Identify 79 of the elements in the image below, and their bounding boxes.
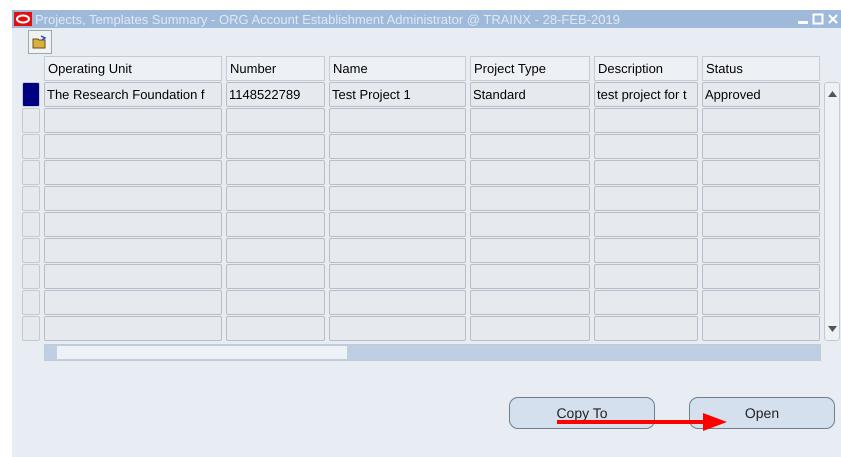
table-cell[interactable] — [594, 264, 698, 289]
table-cell[interactable]: Test Project 1 — [329, 82, 466, 107]
table-cell[interactable] — [470, 290, 590, 315]
table-cell[interactable] — [702, 290, 820, 315]
table-cell[interactable] — [329, 186, 466, 211]
table-cell[interactable] — [470, 186, 590, 211]
table-cell[interactable]: Standard — [470, 82, 590, 107]
row-selector[interactable] — [22, 82, 40, 107]
column-header: Number — [226, 56, 325, 81]
table-cell[interactable] — [702, 160, 820, 185]
table-cell[interactable] — [329, 212, 466, 237]
table-cell[interactable] — [594, 160, 698, 185]
table-cell[interactable] — [44, 108, 222, 133]
table-cell[interactable] — [226, 108, 325, 133]
table-cell[interactable] — [329, 134, 466, 159]
table-cell[interactable] — [44, 264, 222, 289]
table-cell[interactable] — [44, 316, 222, 341]
table-cell[interactable] — [329, 290, 466, 315]
table-cell[interactable] — [329, 108, 466, 133]
table-cell[interactable] — [702, 238, 820, 263]
table-cell[interactable] — [44, 134, 222, 159]
table-cell[interactable] — [44, 290, 222, 315]
table-cell[interactable] — [702, 212, 820, 237]
table-cell[interactable] — [470, 316, 590, 341]
column-header: Description — [594, 56, 698, 81]
table-cell[interactable] — [702, 186, 820, 211]
table-cell[interactable]: test project for t — [594, 82, 698, 107]
dialog-button[interactable]: Copy To — [509, 397, 655, 429]
table-cell[interactable] — [226, 238, 325, 263]
window-title: Projects, Templates Summary - ORG Account Establishment Administrator @ TRAINX - 28-FEB-2019 — [35, 12, 621, 26]
open-folder-button[interactable] — [28, 30, 52, 54]
horizontal-scrollbar[interactable] — [44, 344, 821, 361]
table-cell[interactable] — [44, 160, 222, 185]
table-cell[interactable]: Approved — [702, 82, 820, 107]
table-cell[interactable] — [594, 238, 698, 263]
table-cell[interactable] — [329, 264, 466, 289]
table-cell[interactable] — [470, 238, 590, 263]
column-header: Project Type — [470, 56, 590, 81]
folder-icon — [32, 35, 48, 49]
table-cell[interactable] — [329, 316, 466, 341]
table-cell[interactable] — [226, 264, 325, 289]
column-header: Status — [702, 56, 820, 81]
table-cell[interactable] — [594, 186, 698, 211]
table-cell[interactable] — [594, 290, 698, 315]
table-cell[interactable] — [594, 212, 698, 237]
scroll-up-icon[interactable] — [828, 91, 836, 97]
scroll-down-icon[interactable] — [828, 326, 836, 332]
table-cell[interactable] — [226, 134, 325, 159]
table-cell[interactable] — [226, 290, 325, 315]
table-cell[interactable]: The Research Foundation f — [44, 82, 222, 107]
table-cell[interactable] — [594, 134, 698, 159]
table-cell[interactable] — [702, 316, 820, 341]
table-cell[interactable] — [226, 316, 325, 341]
table-cell[interactable] — [470, 108, 590, 133]
table-cell[interactable] — [226, 212, 325, 237]
table-cell[interactable] — [470, 160, 590, 185]
table-cell[interactable] — [594, 108, 698, 133]
table-cell[interactable] — [226, 186, 325, 211]
column-header: Operating Unit — [44, 56, 222, 81]
table-cell[interactable] — [44, 212, 222, 237]
column-header: Name — [329, 56, 466, 81]
vertical-scrollbar[interactable] — [824, 82, 840, 341]
table-cell[interactable] — [329, 238, 466, 263]
table-cell[interactable] — [44, 186, 222, 211]
table-cell[interactable] — [44, 238, 222, 263]
table-cell[interactable] — [594, 316, 698, 341]
table-cell[interactable] — [702, 134, 820, 159]
logo-icon — [14, 12, 32, 26]
table-cell[interactable]: 1148522789 — [226, 82, 325, 107]
table-cell[interactable] — [329, 160, 466, 185]
table-cell[interactable] — [470, 212, 590, 237]
table-cell[interactable] — [226, 160, 325, 185]
maximize-icon[interactable] — [812, 13, 824, 25]
table-cell[interactable] — [702, 264, 820, 289]
table-cell[interactable] — [702, 108, 820, 133]
close-icon[interactable] — [827, 13, 839, 25]
table-cell[interactable] — [470, 264, 590, 289]
table-cell[interactable] — [470, 134, 590, 159]
dialog-button[interactable]: Open — [689, 397, 835, 429]
